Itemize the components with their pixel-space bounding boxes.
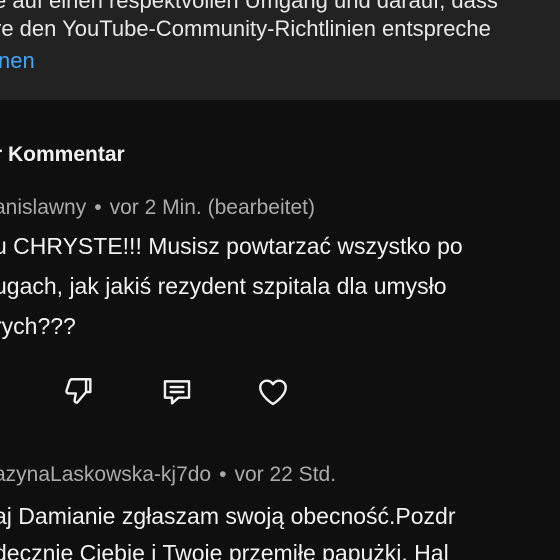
comments-screen: e auf einen respektvollen Umgang und dar… (0, 0, 560, 560)
guidelines-banner: e auf einen respektvollen Umgang und dar… (0, 0, 560, 100)
comment-text-line: ugach, jak jakiś rezydent szpitala dla u… (0, 273, 447, 299)
section-title: r Kommentar (0, 143, 125, 166)
heart-button[interactable] (253, 372, 293, 412)
comment-actions (0, 372, 560, 412)
meta-separator: • (219, 463, 227, 486)
dislike-icon (65, 378, 92, 404)
comment-text-line: aj Damianie zgłaszam swoją obecność.Pozd… (0, 503, 456, 529)
comment-meta: azynaLaskowska-kj7do • vor 22 Std. (0, 463, 336, 487)
comment-author[interactable]: azynaLaskowska-kj7do (0, 463, 211, 486)
heart-icon (259, 379, 287, 406)
comment-time: vor 22 Std. (234, 463, 337, 486)
comment-text-line: decznie Ciebie i Twoje przemiłe papużki.… (0, 540, 449, 560)
banner-learn-more-link[interactable]: nen (0, 48, 35, 74)
banner-text-line-2: re den YouTube-Community-Richtlinien ent… (0, 16, 491, 41)
banner-text-line-1: e auf einen respektvollen Umgang und dar… (0, 0, 498, 13)
meta-separator: • (94, 196, 102, 219)
comment-time: vor 2 Min. (bearbeitet) (109, 196, 315, 219)
comment-author[interactable]: anislawny (0, 196, 86, 219)
dislike-button[interactable] (59, 372, 99, 412)
reply-button[interactable] (157, 372, 197, 412)
comment-text-line: rych??? (0, 313, 76, 339)
reply-icon (163, 380, 191, 405)
comment-text-line: u CHRYSTE!!! Musisz powtarzać wszystko p… (0, 233, 463, 259)
comment-meta: anislawny • vor 2 Min. (bearbeitet) (0, 196, 315, 220)
